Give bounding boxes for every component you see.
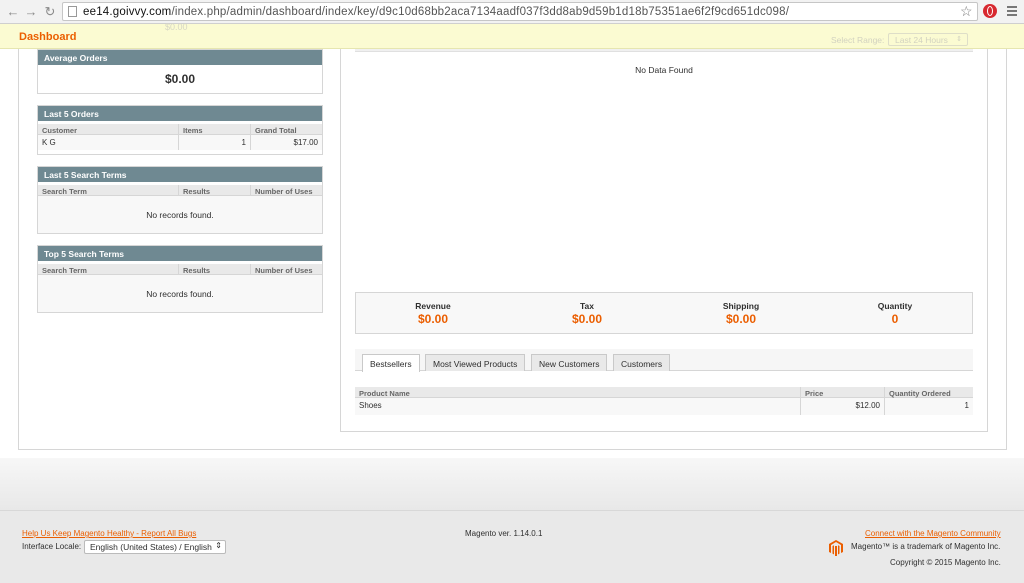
column-header[interactable]: Price [801,387,885,398]
chart-top-border [355,49,973,52]
footer: Help Us Keep Magento Healthy - Report Al… [0,510,1024,583]
box-title: Last 5 Search Terms [38,167,322,182]
bestsellers-grid: Product Name Price Quantity Ordered Shoe… [355,387,973,415]
locale-label: Interface Locale: [22,542,82,551]
last-search-terms-box: Last 5 Search Terms Search Term Results … [37,166,323,234]
range-label: Select Range: [831,35,885,45]
product-name-cell: Shoes [355,398,801,415]
magento-version: Magento ver. 1.14.0.1 [465,529,543,538]
column-header[interactable]: Product Name [355,387,801,398]
total-value: $0.00 [725,312,757,326]
column-header[interactable]: Items [179,124,251,135]
opera-icon[interactable] [983,4,997,18]
no-data-message: No Data Found [635,65,693,75]
items-cell: 1 [179,135,251,150]
tab-most-viewed-products[interactable]: Most Viewed Products [425,354,526,371]
select-arrows-icon: ⇕ [956,36,962,43]
column-header[interactable]: Results [179,264,251,275]
box-title: Last 5 Orders [38,106,322,121]
select-arrows-icon: ⇕ [213,541,222,550]
browser-toolbar: ← → ↻ ee14.goivvy.com/index.php/admin/da… [0,0,1024,24]
box-title: Top 5 Search Terms [38,246,322,261]
column-header[interactable]: Number of Uses [251,185,322,196]
grid-header: Product Name Price Quantity Ordered [355,387,973,398]
tab-bestsellers[interactable]: Bestsellers [362,354,420,372]
table-row[interactable]: K G 1 $17.00 [38,135,322,150]
tabs-bar: Bestsellers Most Viewed Products New Cus… [355,349,973,372]
top-search-terms-box: Top 5 Search Terms Search Term Results N… [37,245,323,313]
total-label: Shipping [722,301,760,311]
bookmark-star-icon[interactable]: ☆ [960,2,973,20]
empty-message: No records found. [38,196,322,233]
range-select-value: Last 24 Hours [895,35,948,45]
forward-arrow-icon[interactable]: → [23,4,39,20]
reload-icon[interactable]: ↻ [42,4,58,20]
tab-customers[interactable]: Customers [613,354,671,371]
back-arrow-icon[interactable]: ← [5,4,21,20]
column-header[interactable]: Search Term [38,185,179,196]
table-row[interactable]: Shoes $12.00 1 [355,398,973,415]
price-cell: $12.00 [801,398,885,415]
column-header[interactable]: Number of Uses [251,264,322,275]
grid-header: Customer Items Grand Total [38,124,322,135]
total-value: $0.00 [571,312,603,326]
total-quantity: Quantity 0 [818,293,972,333]
community-link[interactable]: Connect with the Magento Community [865,529,1001,538]
total-shipping: Shipping $0.00 [664,293,818,333]
locale-select-value: English (United States) / English [90,542,212,552]
total-label: Quantity [877,301,913,311]
total-tax: Tax $0.00 [510,293,664,333]
trademark-text: Magento™ is a trademark of Magento Inc. [851,542,1001,551]
column-header[interactable]: Results [179,185,251,196]
total-label: Tax [579,301,595,311]
report-bugs-link[interactable]: Help Us Keep Magento Healthy - Report Al… [22,529,196,538]
copyright-text: Copyright © 2015 Magento Inc. [890,558,1001,567]
grand-total-cell: $17.00 [293,138,318,147]
total-value: $0.00 [417,312,449,326]
average-orders-amount: $0.00 [164,72,196,86]
dashboard-header: $0.00 Dashboard Select Range: Last 24 Ho… [0,22,1024,49]
tab-new-customers[interactable]: New Customers [531,354,608,371]
quantity-cell: 1 [964,401,969,410]
total-value: 0 [891,312,899,326]
page-title: Dashboard [19,31,77,43]
total-label: Revenue [415,301,451,311]
range-select[interactable]: Last 24 Hours ⇕ [888,33,968,46]
totals-bar: Revenue $0.00 Tax $0.00 Shipping $0.00 Q… [355,292,973,334]
chart-area: No Data Found [355,49,973,283]
menu-icon[interactable] [1007,6,1017,16]
page-icon [68,6,77,17]
empty-message: No records found. [38,275,322,312]
column-header[interactable]: Quantity Ordered [885,387,973,398]
customer-cell: K G [38,135,179,150]
address-bar[interactable]: ee14.goivvy.com/index.php/admin/dashboar… [62,2,978,21]
magento-logo-icon [829,540,843,556]
total-revenue: Revenue $0.00 [356,293,510,333]
faded-amount: $0.00 [165,22,188,32]
box-title: Average Orders [38,50,322,65]
locale-select[interactable]: English (United States) / English ⇕ [84,540,226,554]
column-header[interactable]: Search Term [38,264,179,275]
average-orders-box: Average Orders $0.00 [37,49,323,94]
grid-header: Search Term Results Number of Uses [38,185,322,196]
column-header[interactable]: Customer [38,124,179,135]
url-text: ee14.goivvy.com/index.php/admin/dashboar… [83,6,790,18]
page-bottom-band [0,458,1024,510]
column-header[interactable]: Grand Total [251,124,322,135]
last-orders-box: Last 5 Orders Customer Items Grand Total… [37,105,323,155]
grid-header: Search Term Results Number of Uses [38,264,322,275]
